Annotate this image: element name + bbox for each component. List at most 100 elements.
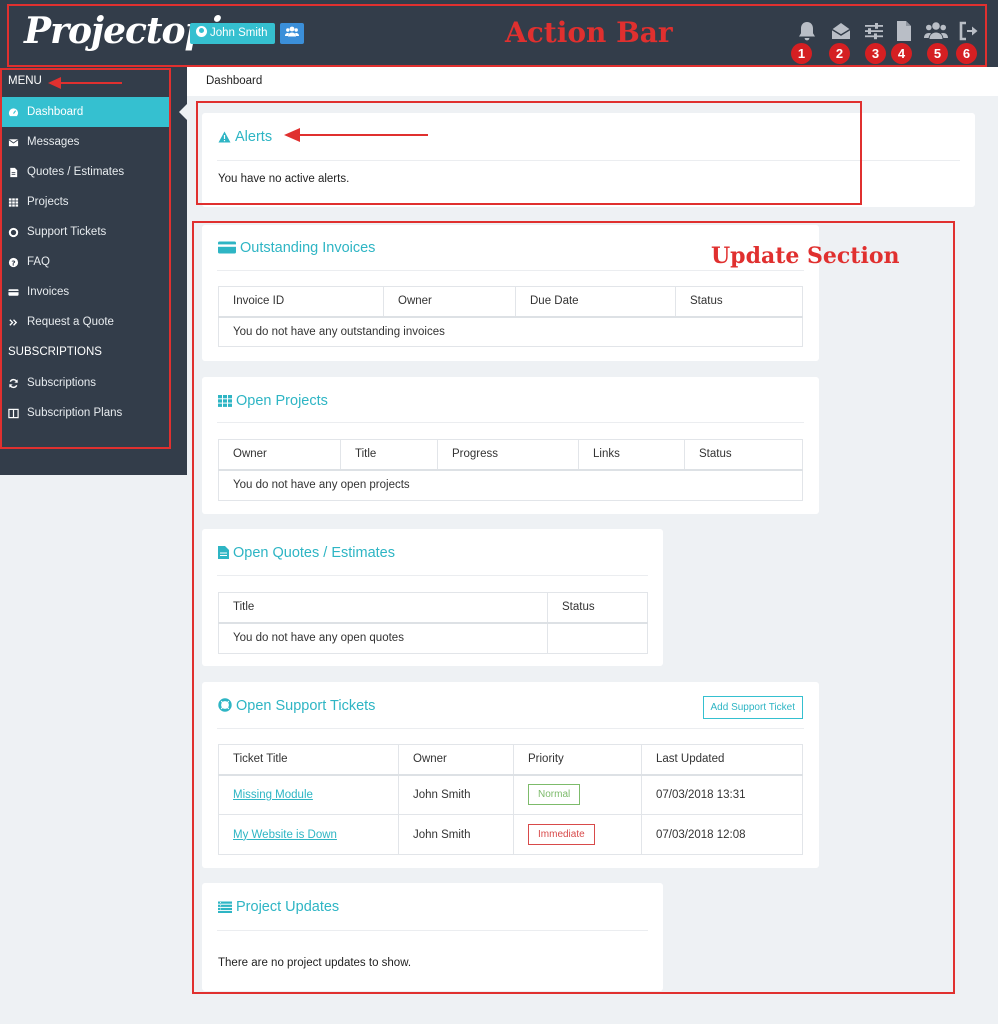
sidebar-item-subscription-plans[interactable]: Subscription Plans [0,398,170,428]
empty-message: You do not have any outstanding invoices [218,316,803,347]
file-icon[interactable] [893,20,915,42]
user-profile-button[interactable]: John Smith [190,23,275,44]
sidebar-item-projects[interactable]: Projects [0,187,170,217]
add-support-ticket-button[interactable]: Add Support Ticket [702,696,803,719]
sidebar-item-label: Dashboard [27,106,84,118]
updates-divider [217,930,648,931]
invoices-table: Invoice ID Owner Due Date Status You do … [218,286,803,347]
sidebar-item-label: Quotes / Estimates [27,166,125,178]
sidebar-item-subscriptions[interactable]: Subscriptions [0,368,170,398]
column-header[interactable]: Status [675,286,803,318]
columns-icon [8,408,19,419]
sidebar-item-label: Subscriptions [27,377,97,389]
sliders-icon[interactable] [863,20,885,42]
priority-badge: Immediate [528,824,595,845]
column-header[interactable]: Status [684,439,803,471]
breadcrumb[interactable]: Dashboard [206,75,262,87]
menu-heading: MENU [8,75,42,87]
users-icon[interactable] [924,20,948,42]
team-button[interactable] [280,23,304,44]
svg-text:?: ? [11,258,15,267]
dashboard-icon [8,108,19,117]
tickets-title: Open Support Tickets [218,698,375,714]
projects-title: Open Projects [218,393,328,409]
file-text-icon [10,167,18,178]
grid-icon [218,395,232,407]
quotes-divider [217,575,648,576]
column-header[interactable]: Owner [383,286,516,318]
invoices-title-text: Outstanding Invoices [240,240,376,256]
ticket-owner: John Smith [398,814,514,855]
invoices-divider [217,270,804,271]
breadcrumb-bar [187,67,998,96]
tickets-table: Ticket Title Owner Priority Last Updated… [218,744,803,855]
sidebar-item-request-quote[interactable]: Request a Quote [0,307,170,337]
updates-title-text: Project Updates [236,899,340,915]
projects-divider [217,422,804,423]
priority-badge: Normal [528,784,581,806]
column-header[interactable]: Title [218,592,548,624]
alerts-divider [217,160,960,161]
column-header[interactable]: Title [340,439,438,471]
column-header[interactable]: Priority [513,744,642,776]
badge-4: 4 [891,43,912,64]
bell-icon[interactable] [796,20,818,42]
sidebar-item-dashboard[interactable]: Dashboard [0,97,170,127]
column-header[interactable]: Last Updated [641,744,803,776]
tickets-divider [217,728,804,729]
menu-arrow [48,77,122,89]
list-icon [218,901,232,913]
badge-6: 6 [956,43,977,64]
action-bar: Projectopia John Smith Action Bar 1 2 3 … [0,0,998,67]
column-header[interactable]: Ticket Title [218,744,399,776]
file-text-icon [218,546,229,559]
invoices-title: Outstanding Invoices [218,240,375,256]
column-header[interactable]: Owner [398,744,514,776]
refresh-icon [9,378,18,389]
column-header[interactable]: Owner [218,439,341,471]
column-header[interactable]: Links [578,439,685,471]
sign-out-icon[interactable] [957,20,979,42]
sidebar-item-invoices[interactable]: Invoices [0,277,170,307]
alerts-arrow [284,128,428,142]
badge-3: 3 [865,43,886,64]
column-header[interactable]: Progress [437,439,579,471]
sidebar-item-faq[interactable]: ? FAQ [0,247,170,277]
table-row: My Website is Down John Smith Immediate … [218,814,803,855]
ticket-link[interactable]: My Website is Down [233,829,337,841]
column-header[interactable]: Invoice ID [218,286,384,318]
table-row: Missing Module John Smith Normal 07/03/2… [218,774,803,815]
projects-table: Owner Title Progress Links Status You do… [218,439,803,501]
ticket-title-cell: My Website is Down [218,814,399,855]
credit-card-icon [218,241,236,254]
table-header-row: Invoice ID Owner Due Date Status [218,286,803,318]
envelope-open-icon[interactable] [830,20,852,42]
ticket-updated: 07/03/2018 13:31 [641,774,803,815]
question-icon: ? [8,257,19,267]
annotation-update-section: Update Section [711,243,900,269]
empty-message: You do not have any open projects [218,469,803,501]
projects-card: Open Projects Owner Title Progress Links… [202,377,819,514]
quotes-title-text: Open Quotes / Estimates [233,545,395,561]
sidebar-item-messages[interactable]: Messages [0,127,170,157]
column-header[interactable]: Status [547,592,648,624]
updates-card: Project Updates There are no project upd… [202,883,663,991]
table-header-row: Owner Title Progress Links Status [218,439,803,471]
column-header[interactable]: Due Date [515,286,676,318]
alerts-message: You have no active alerts. [218,173,350,185]
warning-icon [218,131,231,143]
ticket-link[interactable]: Missing Module [233,789,313,801]
updates-message: There are no project updates to show. [218,957,412,969]
sidebar-item-support-tickets[interactable]: Support Tickets [0,217,170,247]
subscriptions-heading: SUBSCRIPTIONS [8,346,102,358]
table-row: You do not have any open quotes [218,622,648,654]
updates-title: Project Updates [218,899,339,915]
ticket-updated: 07/03/2018 12:08 [641,814,803,855]
ticket-priority-cell: Immediate [513,814,642,855]
sidebar-item-quotes[interactable]: Quotes / Estimates [0,157,170,187]
badge-5: 5 [927,43,948,64]
table-row: You do not have any outstanding invoices [218,316,803,347]
sidebar-item-label: Request a Quote [27,316,114,328]
sidebar-item-label: FAQ [27,256,51,268]
empty-cell [547,622,648,654]
